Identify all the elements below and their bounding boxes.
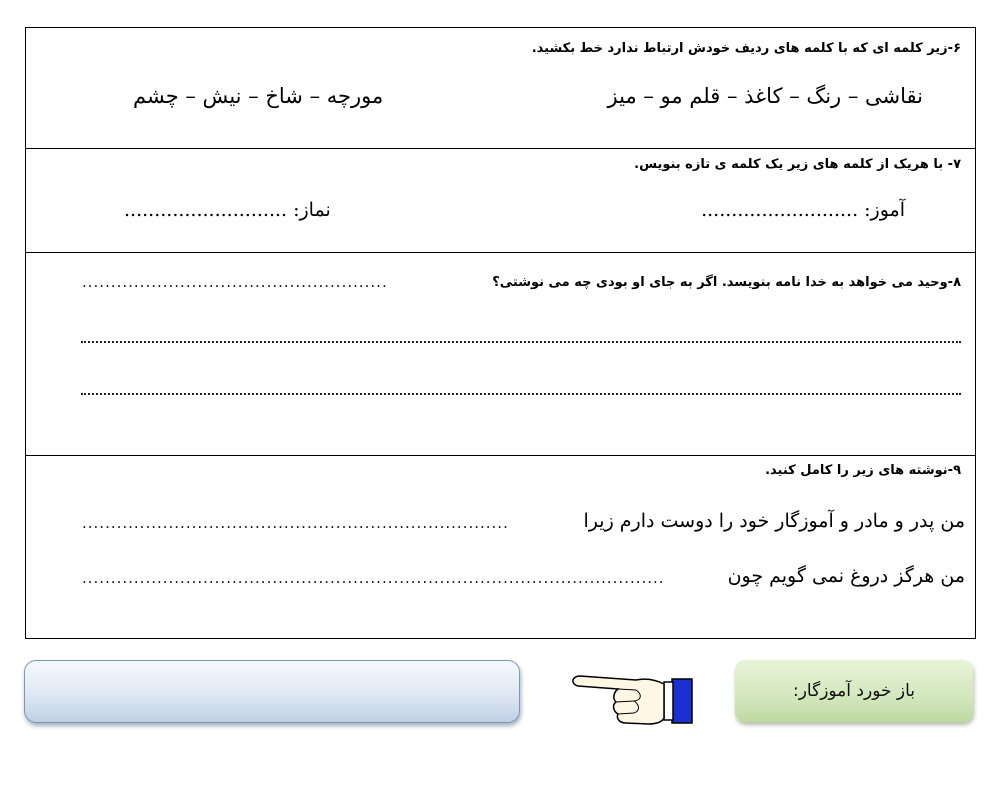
teacher-feedback-label: باز خورد آموزگار: bbox=[735, 660, 973, 722]
question-9-title: ۹-نوشته های زیر را کامل کنید. bbox=[765, 463, 961, 478]
question-9-line-1-dots: ........................................… bbox=[82, 514, 509, 532]
teacher-feedback-label-text: باز خورد آموزگار: bbox=[792, 681, 916, 701]
question-6-row-right: نقاشی – رنگ – کاغذ – قلم مو – میز bbox=[607, 84, 923, 108]
question-7-word-right: آموز: .......................... bbox=[701, 199, 905, 221]
question-6-row-left: مورچه – شاخ – نیش – چشم bbox=[133, 84, 384, 108]
question-6-title: ۶-زیر کلمه ای که با کلمه های ردیف خودش ا… bbox=[531, 41, 961, 56]
question-8: ۸-وحید می خواهد به خدا نامه بنویسد. اگر … bbox=[26, 253, 975, 456]
question-9: ۹-نوشته های زیر را کامل کنید. من پدر و م… bbox=[26, 456, 975, 640]
question-7-title: ۷- با هریک از کلمه های زیر یک کلمه ی تاز… bbox=[634, 157, 961, 172]
question-9-line-1: من پدر و مادر و آموزگار خود را دوست دارم… bbox=[583, 510, 965, 532]
question-8-title: ۸-وحید می خواهد به خدا نامه بنویسد. اگر … bbox=[492, 275, 961, 290]
question-7-word-left: نماز: ........................... bbox=[124, 199, 331, 221]
question-9-line-2-dots: ........................................… bbox=[82, 569, 665, 587]
pointing-hand-icon bbox=[572, 675, 693, 725]
question-6: ۶-زیر کلمه ای که با کلمه های ردیف خودش ا… bbox=[26, 28, 975, 149]
worksheet-table: ۶-زیر کلمه ای که با کلمه های ردیف خودش ا… bbox=[25, 27, 976, 639]
answer-line-1 bbox=[81, 341, 961, 343]
question-7: ۷- با هریک از کلمه های زیر یک کلمه ی تاز… bbox=[26, 149, 975, 253]
question-8-first-line-dots: ........................................… bbox=[82, 273, 388, 291]
teacher-feedback-box[interactable] bbox=[24, 660, 520, 723]
answer-line-2 bbox=[81, 393, 961, 395]
question-9-line-2: من هرگز دروغ نمی گویم چون bbox=[727, 565, 965, 587]
